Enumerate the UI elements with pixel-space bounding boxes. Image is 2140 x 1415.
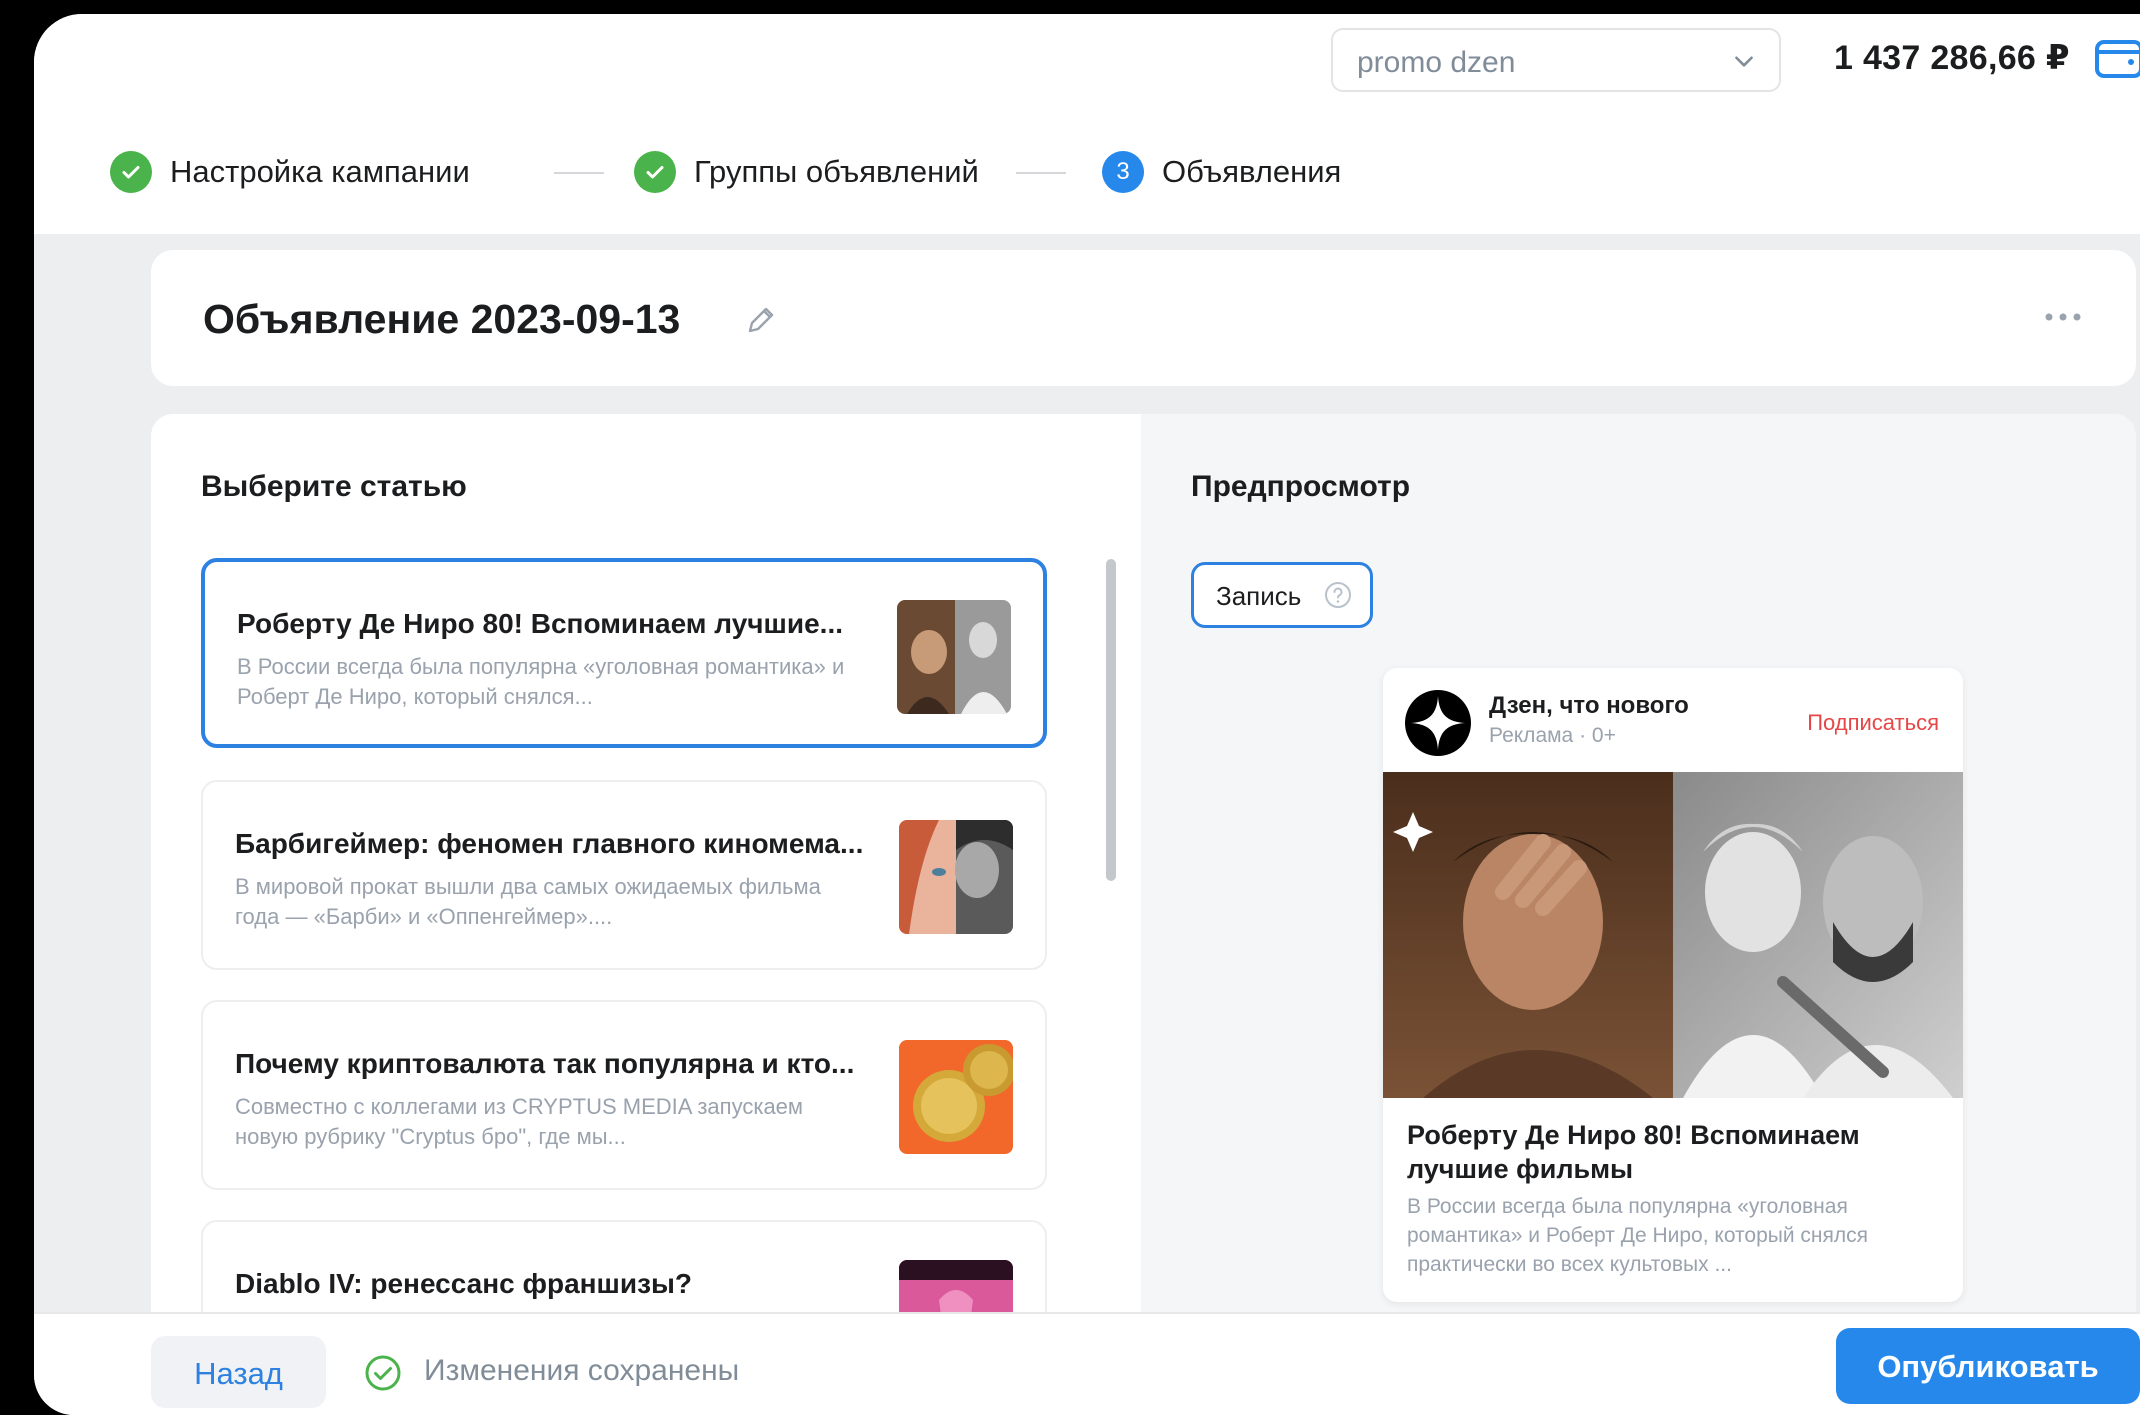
step-ad-groups[interactable]: Группы объявлений [634,150,979,194]
article-title: Diablo IV: ренессанс франшизы? [235,1268,693,1299]
chevron-down-icon [1735,56,1753,67]
preview-article-title: Роберту Де Ниро 80! Вспоминаем лучшие фи… [1407,1120,1860,1184]
edit-pencil-icon[interactable] [743,302,779,338]
article-title: Барбигеймер: феномен главного киномема..… [235,828,864,859]
article-item[interactable]: Роберту Де Ниро 80! Вспоминаем лучшие...… [201,558,1047,748]
step-connector [554,172,604,174]
article-thumbnail [897,600,1011,714]
app-window: promo dzen 1 437 286,66 ₽ Настройка камп… [34,14,2140,1415]
format-label: Запись [1216,581,1302,611]
wallet-icon[interactable] [2094,36,2140,80]
step-label: Настройка кампании [170,154,470,189]
article-thumbnail [899,820,1013,934]
back-button[interactable]: Назад [151,1336,326,1408]
article-thumbnail [899,1040,1013,1154]
publish-button[interactable]: Опубликовать [1836,1328,2140,1404]
preview-image [1383,772,1963,1098]
zen-logo-icon [1405,690,1471,756]
preview-channel-name: Дзен, что нового [1489,692,1689,719]
account-select[interactable]: promo dzen [1331,28,1781,92]
step-connector [1016,172,1066,174]
article-title: Почему криптовалюта так популярна и кто.… [235,1048,855,1079]
article-title: Роберту Де Ниро 80! Вспоминаем лучшие... [237,608,844,639]
back-button-label: Назад [194,1356,283,1391]
main-card: Выберите статью Роберту Де Ниро 80! Вспо… [151,414,2136,1415]
article-description: Совместно с коллегами из CRYPTUS MEDIA з… [235,1094,804,1149]
article-description: В России всегда была популярна «уголовна… [237,654,845,709]
article-item[interactable]: Почему криптовалюта так популярна и кто.… [201,1000,1047,1190]
account-select-value: promo dzen [1357,46,1516,79]
articles-scrollbar[interactable] [1106,559,1116,881]
step-ads[interactable]: 3 Объявления [1102,150,1341,194]
check-icon [634,151,676,193]
bottom-action-bar: Назад Изменения сохранены Опубликовать [34,1312,2140,1415]
subscribe-link[interactable]: Подписаться [1807,710,1939,736]
preview-article-description: В России всегда была популярна «уголовна… [1407,1195,1869,1276]
ad-preview-card: Дзен, что нового Реклама · 0+ Подписатьс… [1383,668,1963,1302]
publish-button-label: Опубликовать [1877,1349,2099,1384]
campaign-stepper: Настройка кампании Группы объявлений 3 О… [34,110,2140,234]
step-label: Объявления [1162,154,1342,189]
step-number-badge: 3 [1102,151,1144,193]
step-campaign-settings[interactable]: Настройка кампании [110,150,470,194]
help-circle-icon[interactable] [1324,581,1352,609]
ad-title-card: Объявление 2023-09-13 [151,250,2136,386]
ad-title: Объявление 2023-09-13 [203,296,681,342]
preview-heading: Предпросмотр [1191,470,1411,503]
more-horizontal-icon[interactable] [2044,310,2082,324]
article-item[interactable]: Барбигеймер: феномен главного киномема..… [201,780,1047,970]
step-label: Группы объявлений [694,154,979,189]
choose-article-heading: Выберите статью [201,470,467,503]
format-record-button[interactable]: Запись [1191,562,1373,628]
account-balance: 1 437 286,66 ₽ [1834,39,2070,77]
top-bar: promo dzen 1 437 286,66 ₽ [34,14,2140,112]
check-icon [110,151,152,193]
check-circle-outline-icon [365,1355,401,1391]
article-description: В мировой прокат вышли два самых ожидаем… [235,874,821,929]
preview-ad-meta: Реклама · 0+ [1489,724,1616,747]
saved-status: Изменения сохранены [424,1354,740,1387]
